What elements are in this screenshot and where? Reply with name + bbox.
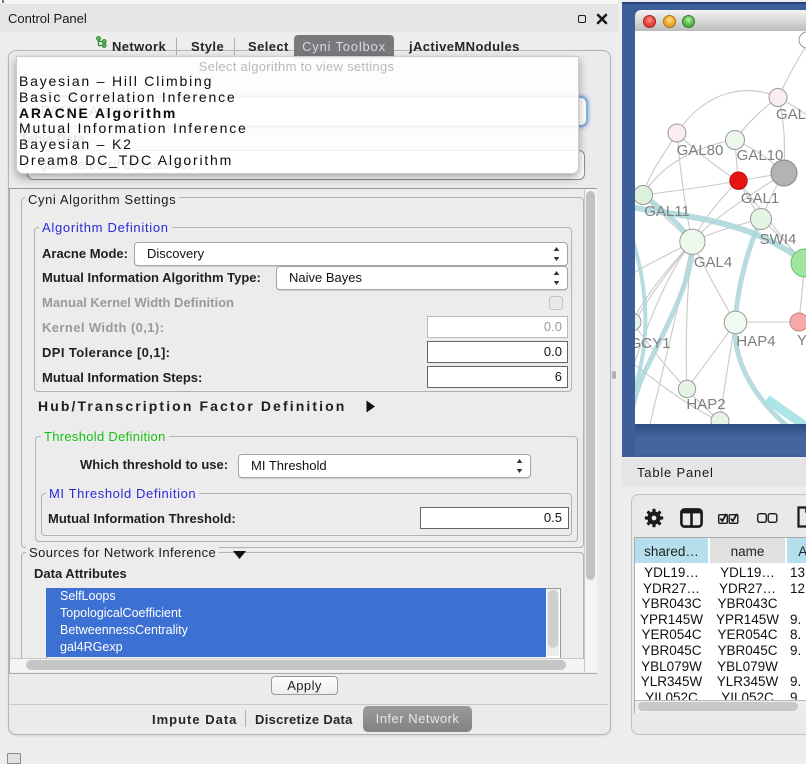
svg-text:GAL4: GAL4: [694, 254, 732, 271]
svg-text:Y: Y: [797, 332, 806, 349]
svg-text:HAP2: HAP2: [686, 396, 725, 413]
svg-text:HAP4: HAP4: [736, 333, 775, 350]
svg-text:GAL11: GAL11: [644, 203, 690, 220]
svg-text:GCY1: GCY1: [635, 335, 670, 352]
svg-text:GAL80: GAL80: [677, 142, 724, 159]
svg-text:GAL7: GAL7: [776, 106, 806, 123]
svg-text:SWI4: SWI4: [760, 231, 797, 248]
svg-text:GAL10: GAL10: [737, 147, 784, 164]
svg-text:GAL1: GAL1: [741, 190, 779, 207]
